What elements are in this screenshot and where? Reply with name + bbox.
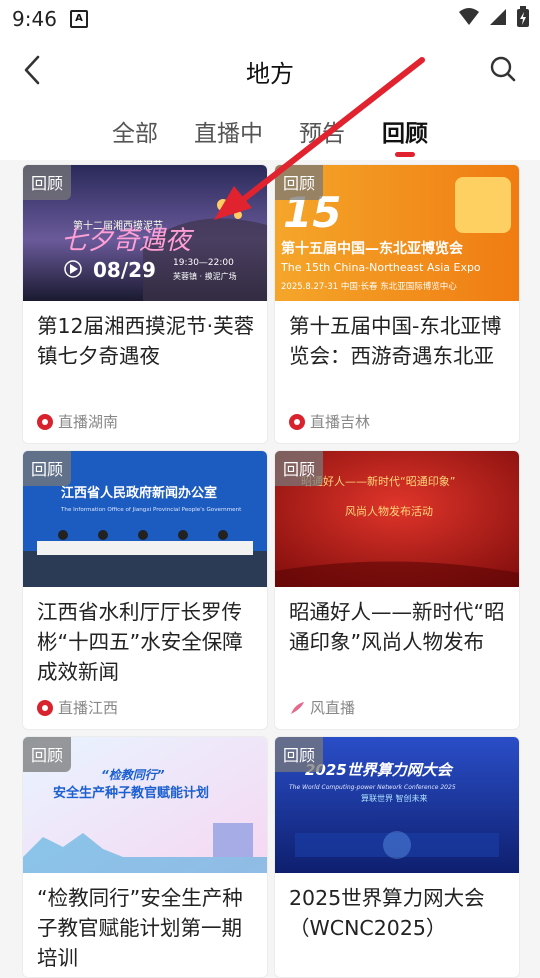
replay-badge: 回顾 — [275, 451, 324, 486]
card-thumbnail[interactable]: 江西省人民政府新闻办公室 The Information Office of J… — [23, 451, 267, 587]
replay-card[interactable]: 昭通好人——新时代“昭通印象” 风尚人物发布活动 回顾 昭通好人——新时代“昭通… — [274, 450, 520, 730]
source-name: 直播湖南 — [58, 413, 119, 431]
card-source: 风直播 — [289, 697, 355, 718]
card-thumbnail[interactable]: 2025世界算力网大会 The World Computing-power Ne… — [275, 737, 519, 873]
thumb-text: 昭通好人——新时代“昭通印象” — [301, 474, 455, 488]
system-icons — [458, 6, 530, 28]
replay-card[interactable]: 2025世界算力网大会 The World Computing-power Ne… — [274, 736, 520, 978]
channel-logo-icon — [37, 699, 53, 716]
thumb-text: 安全生产种子教官赋能计划 — [53, 785, 209, 801]
card-title[interactable]: 第12届湘西摸泥节·芙蓉镇七夕奇遇夜 — [37, 311, 255, 371]
thumb-text: The Information Office of Jiangxi Provin… — [60, 507, 242, 513]
thumb-text: The 15th China-Northeast Asia Expo — [280, 261, 481, 274]
source-name: 直播吉林 — [310, 413, 371, 431]
card-source: 直播江西 — [37, 697, 118, 718]
thumb-text: 第十五届中国—东北亚博览会 — [281, 240, 464, 257]
tab-live[interactable]: 直播中 — [194, 114, 263, 148]
thumb-text: 七夕奇遇夜 — [61, 226, 195, 256]
card-thumbnail[interactable]: 昭通好人——新时代“昭通印象” 风尚人物发布活动 回顾 — [275, 451, 519, 587]
card-source: 直播吉林 — [289, 411, 370, 432]
thumb-text: The World Computing-power Network Confer… — [289, 784, 456, 791]
replay-badge: 回顾 — [23, 451, 72, 486]
replay-card[interactable]: 15 第十五届中国—东北亚博览会 The 15th China-Northeas… — [274, 164, 520, 444]
replay-card[interactable]: 江西省人民政府新闻办公室 The Information Office of J… — [22, 450, 268, 730]
thumb-text: 19:30—22:00 — [173, 258, 234, 268]
replay-card[interactable]: 第十二届湘西摸泥节 七夕奇遇夜 08/29 19:30—22:00 芙蓉镇 · … — [22, 164, 268, 444]
nav-bar: 地方 — [0, 36, 540, 106]
tab-all[interactable]: 全部 — [112, 114, 158, 148]
thumb-text: 2025世界算力网大会 — [305, 761, 454, 779]
wifi-icon — [459, 8, 479, 25]
source-name: 直播江西 — [58, 699, 119, 717]
tab-replay[interactable]: 回顾 — [382, 114, 428, 148]
active-tab-indicator — [395, 152, 415, 157]
thumb-text: 08/29 — [93, 258, 156, 282]
status-time: 9:46 — [12, 7, 57, 31]
channel-logo-icon — [289, 413, 305, 430]
thumb-text: “检教同行” — [101, 768, 165, 782]
card-thumbnail[interactable]: 第十二届湘西摸泥节 七夕奇遇夜 08/29 19:30—22:00 芙蓉镇 · … — [23, 165, 267, 301]
filter-tabs: 全部 直播中 预告 回顾 — [0, 106, 540, 160]
search-icon[interactable] — [488, 54, 518, 84]
thumb-text: 江西省人民政府新闻办公室 — [61, 485, 217, 501]
feather-logo-icon — [291, 701, 304, 714]
page-title: 地方 — [246, 60, 294, 88]
card-title[interactable]: 2025世界算力网大会（WCNC2025） — [289, 883, 507, 943]
replay-badge: 回顾 — [275, 165, 324, 200]
replay-list: 第十二届湘西摸泥节 七夕奇遇夜 08/29 19:30—22:00 芙蓉镇 · … — [0, 160, 540, 978]
card-title[interactable]: 第十五届中国-东北亚博览会：西游奇遇东北亚 — [289, 311, 507, 371]
notification-icon: A — [70, 10, 88, 28]
replay-badge: 回顾 — [23, 737, 72, 772]
battery-icon — [517, 6, 529, 27]
thumb-text: 2025.8.27-31 中国·长春 东北亚国际博览中心 — [281, 281, 457, 292]
status-bar: 9:46 A — [0, 0, 540, 36]
card-thumbnail[interactable]: 15 第十五届中国—东北亚博览会 The 15th China-Northeas… — [275, 165, 519, 301]
tab-preview[interactable]: 预告 — [299, 114, 345, 148]
source-name: 风直播 — [310, 699, 356, 717]
thumb-text: 芙蓉镇 · 摸泥广场 — [173, 271, 237, 281]
replay-badge: 回顾 — [23, 165, 72, 200]
thumb-text: 算联世界 智创未来 — [361, 793, 428, 803]
signal-icon — [490, 9, 506, 25]
channel-logo-icon — [37, 413, 53, 430]
replay-badge: 回顾 — [275, 737, 324, 772]
card-thumbnail[interactable]: “检教同行” 安全生产种子教官赋能计划 回顾 — [23, 737, 267, 873]
card-title[interactable]: 江西省水利厅厅长罗传彬“十四五”水安全保障成效新闻 — [37, 597, 255, 687]
thumb-text: 风尚人物发布活动 — [345, 504, 433, 518]
card-title[interactable]: 昭通好人——新时代“昭通印象”风尚人物发布 — [289, 597, 507, 657]
card-source: 直播湖南 — [37, 411, 118, 432]
replay-card[interactable]: “检教同行” 安全生产种子教官赋能计划 回顾 “检教同行” 安全生产种子教官赋能计… — [22, 736, 268, 978]
